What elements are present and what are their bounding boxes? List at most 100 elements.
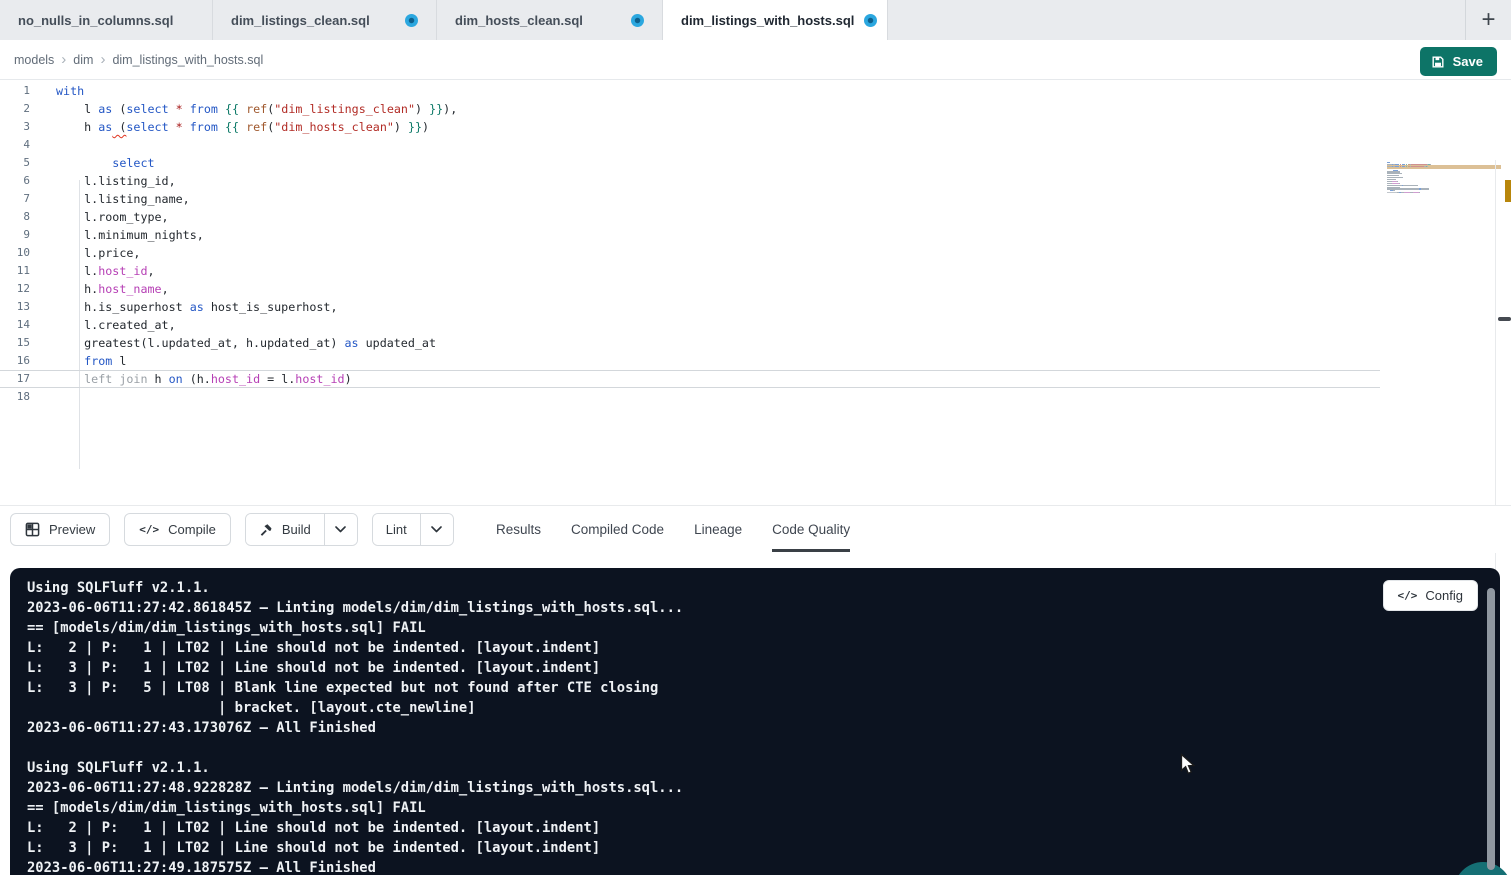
code-editor[interactable]: 1with2 l as (select * from {{ ref("dim_l… xyxy=(0,80,1511,505)
code-area: 1with2 l as (select * from {{ ref("dim_l… xyxy=(0,82,1380,406)
result-tab-results[interactable]: Results xyxy=(496,506,541,553)
hammer-icon xyxy=(259,523,273,537)
terminal-scrollbar-thumb[interactable] xyxy=(1487,588,1495,870)
result-tab-compiled-code[interactable]: Compiled Code xyxy=(571,506,664,553)
code-text: l.host_id, xyxy=(30,262,155,280)
line-number: 16 xyxy=(0,352,30,370)
code-text: l.minimum_nights, xyxy=(30,226,204,244)
line-number: 8 xyxy=(0,208,30,226)
breadcrumb: models › dim › dim_listings_with_hosts.sql xyxy=(14,51,263,68)
new-tab-button[interactable]: + xyxy=(1465,0,1511,40)
line-number: 1 xyxy=(0,82,30,100)
preview-button[interactable]: Preview xyxy=(10,513,110,546)
overview-warning-marker xyxy=(1505,180,1511,202)
line-number: 11 xyxy=(0,262,30,280)
code-line-15[interactable]: 15 greatest(l.updated_at, h.updated_at) … xyxy=(0,334,1380,352)
tab-label: dim_hosts_clean.sql xyxy=(455,13,583,28)
code-text: h as (select * from {{ ref("dim_hosts_cl… xyxy=(30,118,429,136)
compile-button-label: Compile xyxy=(168,522,216,537)
code-text: l.room_type, xyxy=(30,208,169,226)
line-number: 9 xyxy=(0,226,30,244)
result-tab-lineage[interactable]: Lineage xyxy=(694,506,742,553)
line-number: 2 xyxy=(0,100,30,118)
code-line-11[interactable]: 11 l.host_id, xyxy=(0,262,1380,280)
config-button[interactable]: </> Config xyxy=(1383,580,1478,611)
breadcrumb-item[interactable]: models xyxy=(14,53,54,67)
build-dropdown-button[interactable] xyxy=(324,514,357,545)
result-tab-code-quality[interactable]: Code Quality xyxy=(772,506,850,553)
code-line-1[interactable]: 1with xyxy=(0,82,1380,100)
lint-dropdown-button[interactable] xyxy=(420,514,453,545)
overview-position-marker xyxy=(1498,317,1511,321)
code-text: h.is_superhost as host_is_superhost, xyxy=(30,298,337,316)
compile-button[interactable]: </> Compile xyxy=(124,513,231,546)
build-button[interactable]: Build xyxy=(246,514,324,545)
code-text xyxy=(30,136,56,154)
unsaved-changes-icon[interactable] xyxy=(405,14,418,27)
code-line-9[interactable]: 9 l.minimum_nights, xyxy=(0,226,1380,244)
code-line-4[interactable]: 4 xyxy=(0,136,1380,154)
save-button[interactable]: Save xyxy=(1420,47,1497,76)
code-text: h.host_name, xyxy=(30,280,169,298)
chevron-down-icon xyxy=(335,526,346,533)
breadcrumb-item[interactable]: dim xyxy=(73,53,93,67)
terminal-output: Using SQLFluff v2.1.1. 2023-06-06T11:27:… xyxy=(27,578,1460,875)
code-line-17[interactable]: 17 left join h on (h.host_id = l.host_id… xyxy=(0,370,1380,388)
minimap[interactable] xyxy=(1387,162,1463,196)
result-tabs: Results Compiled Code Lineage Code Quality xyxy=(496,506,850,553)
lint-button[interactable]: Lint xyxy=(373,514,420,545)
line-number: 14 xyxy=(0,316,30,334)
tab-no_nulls_in_columns.sql[interactable]: no_nulls_in_columns.sql xyxy=(0,0,213,40)
tab-dim_listings_with_hosts.sql[interactable]: dim_listings_with_hosts.sql xyxy=(663,0,888,40)
build-split-button: Build xyxy=(245,513,358,546)
line-number: 17 xyxy=(0,371,30,387)
code-line-18[interactable]: 18 xyxy=(0,388,1380,406)
code-line-3[interactable]: 3 h as (select * from {{ ref("dim_hosts_… xyxy=(0,118,1380,136)
unsaved-changes-icon[interactable] xyxy=(631,14,644,27)
tab-dim_hosts_clean.sql[interactable]: dim_hosts_clean.sql xyxy=(437,0,663,40)
code-line-14[interactable]: 14 l.created_at, xyxy=(0,316,1380,334)
breadcrumb-separator-icon: › xyxy=(100,51,105,68)
unsaved-changes-icon[interactable] xyxy=(864,14,877,27)
preview-button-label: Preview xyxy=(49,522,95,537)
line-number: 3 xyxy=(0,118,30,136)
code-text: from l xyxy=(30,352,126,370)
save-icon xyxy=(1431,55,1445,69)
code-line-5[interactable]: 5 select xyxy=(0,154,1380,172)
code-line-10[interactable]: 10 l.price, xyxy=(0,244,1380,262)
breadcrumb-item[interactable]: dim_listings_with_hosts.sql xyxy=(112,53,263,67)
line-number: 4 xyxy=(0,136,30,154)
breadcrumb-separator-icon: › xyxy=(61,51,66,68)
config-button-label: Config xyxy=(1425,588,1463,603)
tab-label: dim_listings_with_hosts.sql xyxy=(681,13,854,28)
code-text: with xyxy=(30,82,84,100)
code-line-8[interactable]: 8 l.room_type, xyxy=(0,208,1380,226)
code-line-6[interactable]: 6 l.listing_id, xyxy=(0,172,1380,190)
code-icon: </> xyxy=(139,523,159,536)
breadcrumb-row: models › dim › dim_listings_with_hosts.sql S… xyxy=(0,40,1511,80)
editor-toolbar: Preview </> Compile Build xyxy=(0,505,1511,553)
code-text: l.listing_name, xyxy=(30,190,190,208)
table-icon xyxy=(25,522,40,537)
terminal-panel[interactable]: Using SQLFluff v2.1.1. 2023-06-06T11:27:… xyxy=(10,568,1500,875)
tab-dim_listings_clean.sql[interactable]: dim_listings_clean.sql xyxy=(213,0,437,40)
code-line-7[interactable]: 7 l.listing_name, xyxy=(0,190,1380,208)
line-number: 10 xyxy=(0,244,30,262)
line-number: 6 xyxy=(0,172,30,190)
code-line-2[interactable]: 2 l as (select * from {{ ref("dim_listin… xyxy=(0,100,1380,118)
line-number: 13 xyxy=(0,298,30,316)
line-number: 5 xyxy=(0,154,30,172)
code-text: l.listing_id, xyxy=(30,172,176,190)
code-line-13[interactable]: 13 h.is_superhost as host_is_superhost, xyxy=(0,298,1380,316)
save-button-label: Save xyxy=(1453,54,1483,69)
code-text: l as (select * from {{ ref("dim_listings… xyxy=(30,100,457,118)
line-number: 7 xyxy=(0,190,30,208)
line-number: 15 xyxy=(0,334,30,352)
tab-label: no_nulls_in_columns.sql xyxy=(18,13,173,28)
plus-icon: + xyxy=(1481,6,1495,34)
code-line-12[interactable]: 12 h.host_name, xyxy=(0,280,1380,298)
tab-bar-tabs: no_nulls_in_columns.sql dim_listings_clea… xyxy=(0,0,888,40)
line-number: 18 xyxy=(0,388,30,406)
code-line-16[interactable]: 16 from l xyxy=(0,352,1380,370)
code-text: left join h on (h.host_id = l.host_id) xyxy=(30,371,352,387)
